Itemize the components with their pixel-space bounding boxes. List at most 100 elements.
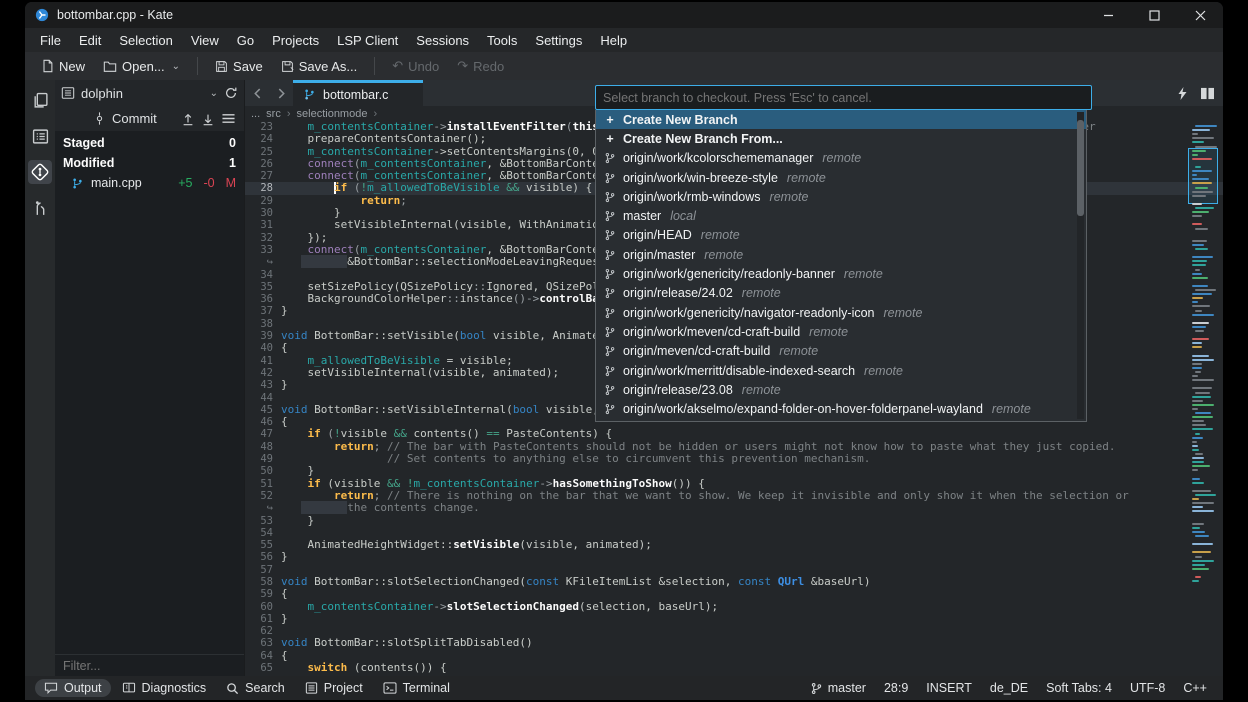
breadcrumb-selectionmode[interactable]: selectionmode	[297, 108, 368, 120]
menu-help[interactable]: Help	[591, 30, 636, 51]
staged-group-row[interactable]: Staged 0	[55, 133, 244, 153]
save-button[interactable]: Save	[207, 56, 271, 77]
lightning-icon[interactable]	[1177, 87, 1188, 100]
minimap-line	[1192, 174, 1197, 176]
menu-icon[interactable]	[221, 112, 236, 125]
branch-label: origin/work/merritt/disable-indexed-sear…	[623, 364, 855, 378]
menu-go[interactable]: Go	[228, 30, 263, 51]
code-line-55[interactable]: 55 AnimatedHeightWidget::setVisible(visi…	[245, 539, 1223, 551]
menu-tools[interactable]: Tools	[478, 30, 526, 51]
tab-bottombar-cpp[interactable]: bottombar.c	[293, 80, 423, 106]
branch-item[interactable]: origin/work/win-breeze-styleremote	[596, 168, 1086, 187]
cursor-position[interactable]: 28:9	[884, 681, 908, 695]
file-type[interactable]: C++	[1183, 681, 1207, 695]
branch-item[interactable]: origin/work/meven/cd-craft-buildremote	[596, 322, 1086, 341]
modified-group-row[interactable]: Modified 1	[55, 153, 244, 173]
branch-item[interactable]: origin/work/genericity/readonly-bannerre…	[596, 264, 1086, 283]
menu-lsp-client[interactable]: LSP Client	[328, 30, 407, 51]
git-branch-strip-icon[interactable]	[28, 196, 52, 220]
code-line-53[interactable]: 53 }	[245, 515, 1223, 527]
statusbar-search-button[interactable]: Search	[217, 679, 294, 697]
branch-item[interactable]: origin/work/aleksei/dolphin-crash-fixrem…	[596, 419, 1086, 422]
code-line-63[interactable]: 63void BottomBar::slotSplitTabDisabled()	[245, 637, 1223, 649]
statusbar-output-button[interactable]: Output	[35, 679, 111, 697]
dictionary[interactable]: de_DE	[990, 681, 1028, 695]
breadcrumb-src[interactable]: src	[266, 108, 281, 120]
project-list-icon[interactable]	[28, 124, 52, 148]
documents-icon[interactable]	[28, 88, 52, 112]
scrollbar-thumb[interactable]	[1077, 120, 1084, 216]
branch-action-create-new-branch-from-[interactable]: +Create New Branch From...	[596, 129, 1086, 148]
branch-item[interactable]: origin/work/kcolorschememanagerremote	[596, 149, 1086, 168]
breadcrumb-ellipsis[interactable]: ...	[251, 108, 260, 120]
close-button[interactable]	[1177, 2, 1223, 28]
redo-button[interactable]: ↷Redo	[449, 55, 512, 77]
code-line-60[interactable]: 60 m_contentsContainer->slotSelectionCha…	[245, 601, 1223, 613]
line-number: 65	[245, 662, 281, 674]
minimize-button[interactable]	[1085, 2, 1131, 28]
branch-scope-tag: remote	[704, 248, 743, 262]
git-panel-icon[interactable]	[28, 160, 52, 184]
statusbar-diagnostics-button[interactable]: Diagnostics	[113, 679, 216, 697]
menu-settings[interactable]: Settings	[526, 30, 591, 51]
minimap-line	[1192, 301, 1198, 303]
minimap-line	[1192, 568, 1209, 570]
split-view-icon[interactable]	[1200, 87, 1215, 100]
minimap-line	[1195, 146, 1217, 148]
branch-item[interactable]: origin/meven/cd-craft-buildremote	[596, 342, 1086, 361]
menu-view[interactable]: View	[182, 30, 228, 51]
branch-label: origin/work/aleksei/dolphin-crash-fix	[623, 421, 821, 422]
branch-search-input[interactable]	[595, 85, 1092, 110]
branch-item[interactable]: origin/masterremote	[596, 245, 1086, 264]
statusbar-project-button[interactable]: Project	[296, 679, 372, 697]
code-line-61[interactable]: 61}	[245, 613, 1223, 625]
undo-button[interactable]: ↶Undo	[384, 55, 447, 77]
tab-settings[interactable]: Soft Tabs: 4	[1046, 681, 1112, 695]
menu-sessions[interactable]: Sessions	[407, 30, 478, 51]
menu-projects[interactable]: Projects	[263, 30, 328, 51]
save-as-button[interactable]: Save As...	[273, 56, 366, 77]
code-line-58[interactable]: 58void BottomBar::slotSelectionChanged(c…	[245, 576, 1223, 588]
branch-item[interactable]: origin/release/23.08remote	[596, 380, 1086, 399]
git-branch-indicator[interactable]: master	[810, 681, 866, 695]
branch-item[interactable]: masterlocal	[596, 206, 1086, 225]
nav-forward-icon[interactable]	[269, 80, 293, 106]
branch-item[interactable]: origin/work/genericity/navigator-readonl…	[596, 303, 1086, 322]
branch-item[interactable]: origin/HEADremote	[596, 226, 1086, 245]
code-line-56[interactable]: 56}	[245, 551, 1223, 563]
filter-input[interactable]	[55, 655, 244, 676]
menu-edit[interactable]: Edit	[70, 30, 110, 51]
branch-item[interactable]: origin/release/24.02remote	[596, 284, 1086, 303]
minimap-line	[1192, 158, 1212, 160]
code-line-65[interactable]: 65 switch (contents()) {	[245, 662, 1223, 674]
menu-selection[interactable]: Selection	[110, 30, 181, 51]
input-mode[interactable]: INSERT	[926, 681, 972, 695]
statusbar-terminal-button[interactable]: Terminal	[374, 679, 459, 697]
maximize-button[interactable]	[1131, 2, 1177, 28]
pull-icon[interactable]	[201, 112, 215, 126]
minimap-line	[1192, 141, 1204, 143]
code-line-49[interactable]: 49 // Set contents to anything else to c…	[245, 453, 1223, 465]
code-wrap-row[interactable]: ↪ the contents change.	[245, 502, 1223, 514]
commit-button[interactable]: Commit	[63, 111, 175, 126]
modified-file-row[interactable]: main.cpp +5 -0 M	[55, 173, 244, 193]
new-button[interactable]: New	[33, 56, 93, 77]
new-file-icon	[41, 59, 54, 73]
refresh-icon[interactable]	[224, 86, 238, 100]
encoding[interactable]: UTF-8	[1130, 681, 1165, 695]
line-number: 56	[245, 551, 281, 563]
line-number: 33	[245, 244, 281, 256]
minimap[interactable]	[1190, 121, 1217, 676]
branch-action-create-new-branch[interactable]: +Create New Branch	[596, 110, 1086, 129]
minimap-line	[1192, 523, 1204, 525]
minimap-line	[1192, 560, 1214, 562]
project-selector[interactable]: dolphin ⌄	[61, 86, 218, 101]
nav-back-icon[interactable]	[245, 80, 269, 106]
branch-item[interactable]: origin/work/akselmo/expand-folder-on-hov…	[596, 399, 1086, 418]
branch-item[interactable]: origin/work/merritt/disable-indexed-sear…	[596, 361, 1086, 380]
branch-item[interactable]: origin/work/rmb-windowsremote	[596, 187, 1086, 206]
menu-file[interactable]: File	[31, 30, 70, 51]
minimap-line	[1192, 363, 1202, 365]
push-icon[interactable]	[181, 112, 195, 126]
open-button[interactable]: Open...⌄	[95, 56, 188, 77]
